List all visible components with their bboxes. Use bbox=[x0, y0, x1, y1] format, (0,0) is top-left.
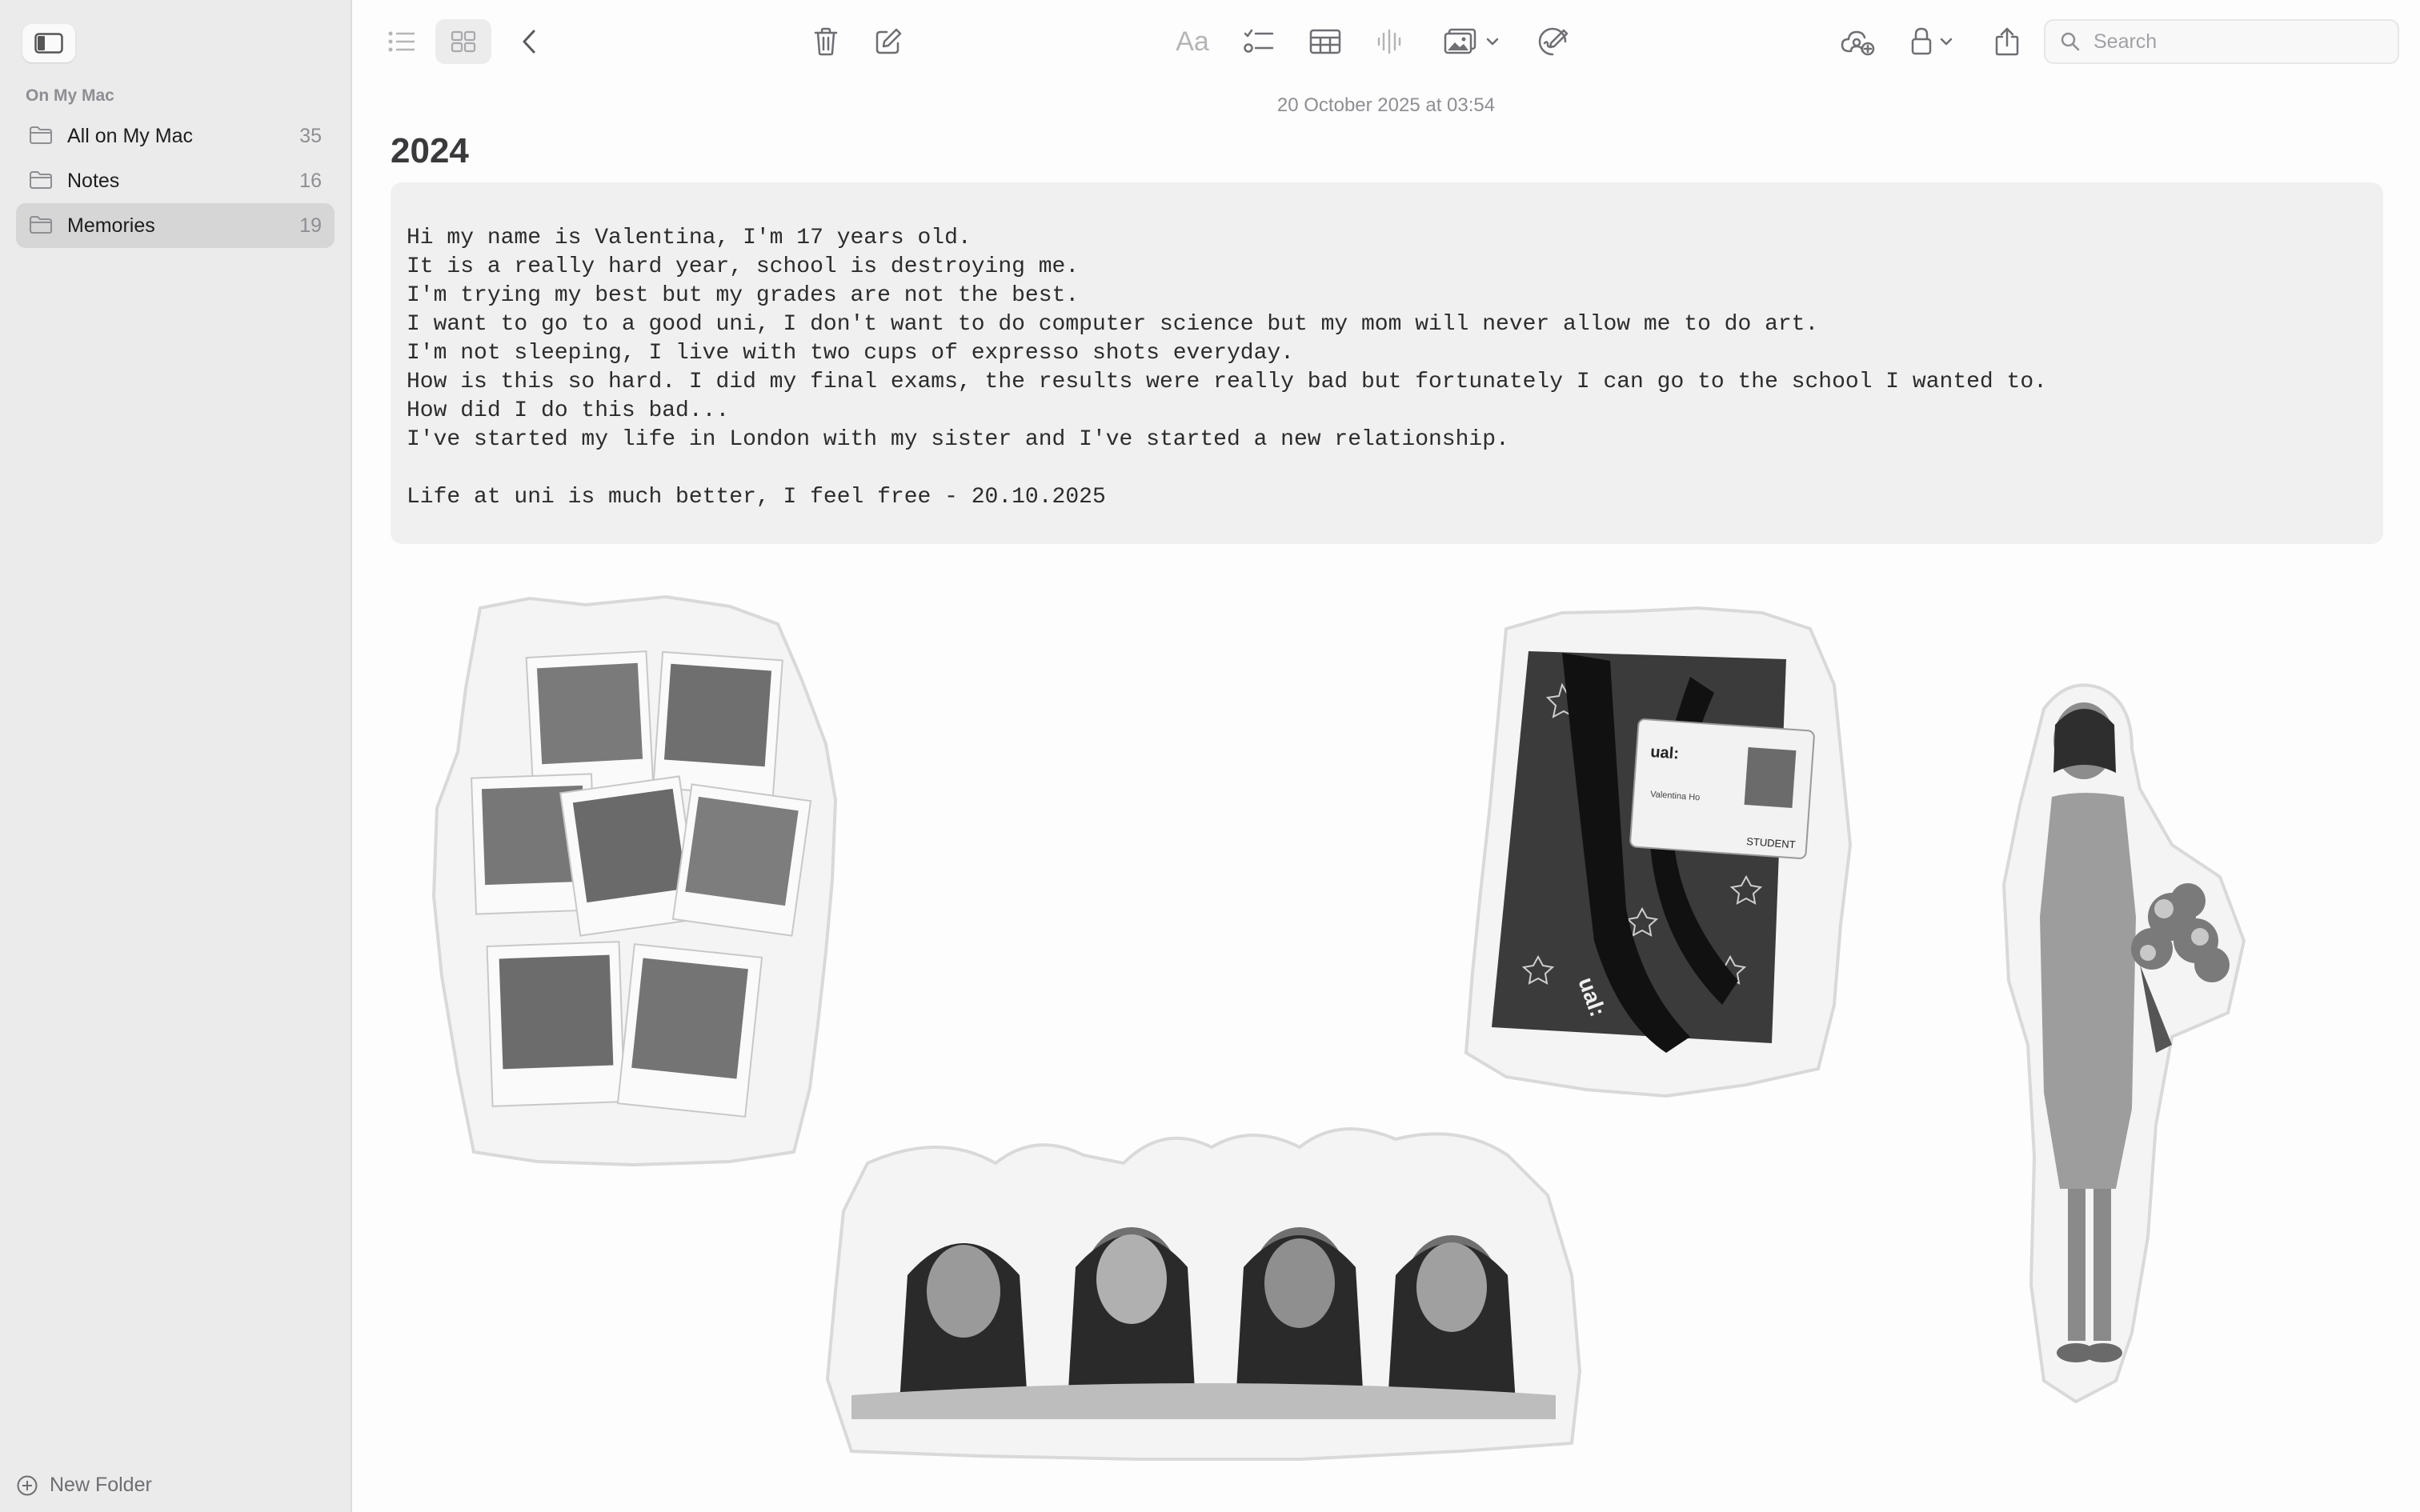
gallery-view-button-icon-wrap[interactable] bbox=[445, 19, 482, 64]
delete-button[interactable] bbox=[810, 19, 842, 64]
trash-icon bbox=[814, 27, 838, 56]
back-chevron-icon bbox=[523, 30, 535, 54]
folder-icon bbox=[29, 126, 54, 146]
new-folder-label: New Folder bbox=[50, 1474, 152, 1496]
sidebar: On My Mac All on My Mac 35 Notes 16 Memo… bbox=[0, 0, 352, 1512]
checklist-button[interactable] bbox=[1242, 19, 1276, 64]
table-button[interactable] bbox=[1308, 19, 1343, 64]
audio-button[interactable] bbox=[1375, 19, 1404, 64]
collaborate-icon bbox=[1841, 30, 1875, 56]
note-line: Life at uni is much better, I feel free … bbox=[407, 485, 1106, 510]
format-text-button[interactable]: Aa bbox=[1173, 19, 1212, 64]
media-button[interactable] bbox=[1440, 19, 1503, 64]
sidebar-item-count: 16 bbox=[299, 169, 322, 192]
sidebar-item-count: 19 bbox=[299, 214, 322, 237]
markup-icon bbox=[1538, 27, 1569, 56]
monostyled-block[interactable]: Hi my name is Valentina, I'm 17 years ol… bbox=[391, 182, 2383, 544]
sidebar-toggle-button[interactable] bbox=[22, 24, 75, 62]
folder-icon bbox=[29, 215, 54, 236]
note-line: How did I do this bad... bbox=[407, 398, 730, 423]
group-photo-sticker[interactable] bbox=[819, 1115, 1581, 1467]
chevron-down-icon bbox=[1940, 38, 1953, 46]
note-title[interactable]: 2024 bbox=[391, 131, 469, 171]
list-view-button[interactable] bbox=[384, 19, 419, 64]
plus-circle-icon bbox=[17, 1475, 38, 1495]
back-button[interactable] bbox=[517, 19, 541, 64]
sidebar-item-label: Memories bbox=[67, 214, 155, 237]
gallery-view-icon bbox=[451, 30, 476, 53]
share-button[interactable] bbox=[1991, 19, 2023, 64]
sidebar-item-label: All on My Mac bbox=[67, 124, 193, 147]
share-icon bbox=[1995, 27, 2019, 56]
audio-waveform-icon bbox=[1377, 29, 1401, 54]
portrait-with-flowers-sticker[interactable] bbox=[1996, 677, 2249, 1405]
search-input[interactable] bbox=[2092, 29, 2391, 54]
note-date: 20 October 2025 at 03:54 bbox=[1276, 94, 1496, 116]
compose-icon bbox=[875, 28, 902, 54]
note-line: It is a really hard year, school is dest… bbox=[407, 254, 1080, 279]
note-line: I'm trying my best but my grades are not… bbox=[407, 283, 1080, 308]
list-view-icon bbox=[388, 31, 415, 52]
note-line: I want to go to a good uni, I don't want… bbox=[407, 312, 1819, 337]
chevron-down-icon bbox=[1486, 38, 1499, 46]
id-card-school: ual: bbox=[1650, 743, 1680, 762]
markup-button[interactable] bbox=[1535, 19, 1570, 64]
note-line: Hi my name is Valentina, I'm 17 years ol… bbox=[407, 226, 972, 250]
note-line: I'm not sleeping, I live with two cups o… bbox=[407, 341, 1294, 366]
lock-icon bbox=[1911, 27, 1932, 55]
media-icon bbox=[1444, 28, 1476, 54]
sidebar-item-label: Notes bbox=[67, 169, 120, 192]
search-icon bbox=[2061, 32, 2080, 51]
new-folder-button[interactable]: New Folder bbox=[16, 1474, 152, 1497]
search-field[interactable] bbox=[2044, 19, 2399, 64]
folder-icon bbox=[29, 170, 54, 191]
sidebar-section-title: On My Mac bbox=[26, 86, 114, 105]
note-line bbox=[407, 454, 2367, 483]
polaroid-collage-sticker[interactable] bbox=[426, 592, 842, 1168]
note-line: I've started my life in London with my s… bbox=[407, 427, 1509, 452]
sidebar-item-memories[interactable]: Memories 19 bbox=[16, 203, 335, 248]
table-icon bbox=[1309, 29, 1341, 54]
collaborate-button[interactable] bbox=[1839, 19, 1876, 64]
student-id-sticker[interactable]: ual: Valentina Ho STUDENT ual: bbox=[1458, 605, 1858, 1109]
sidebar-item-notes[interactable]: Notes 16 bbox=[16, 158, 335, 203]
lock-button[interactable] bbox=[1906, 19, 1957, 64]
note-line: How is this so hard. I did my final exam… bbox=[407, 370, 2047, 394]
sidebar-item-count: 35 bbox=[299, 124, 322, 147]
sidebar-toggle-icon bbox=[34, 33, 63, 54]
checklist-icon bbox=[1244, 29, 1274, 53]
compose-button[interactable] bbox=[872, 19, 904, 64]
sidebar-item-all-on-my-mac[interactable]: All on My Mac 35 bbox=[16, 114, 335, 158]
format-text-icon: Aa bbox=[1176, 26, 1209, 57]
